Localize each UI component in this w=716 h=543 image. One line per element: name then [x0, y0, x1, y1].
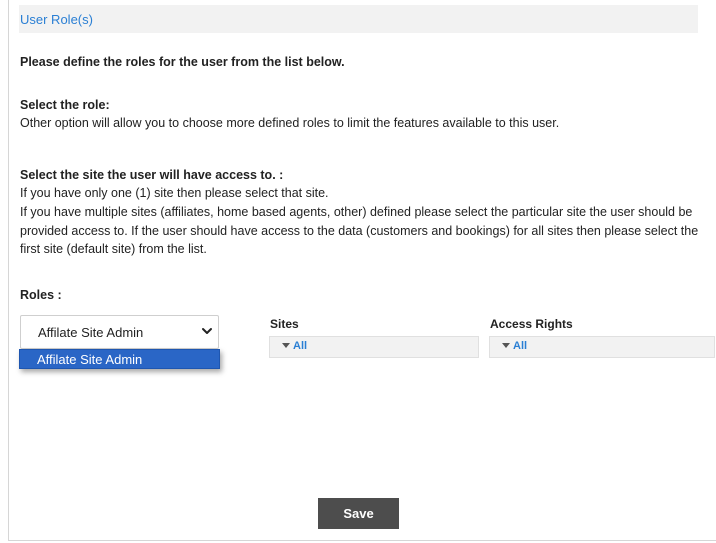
roles-select-value: Affilate Site Admin: [38, 325, 144, 340]
save-button[interactable]: Save: [318, 498, 399, 529]
site-description-single: If you have only one (1) site then pleas…: [20, 186, 329, 200]
chevron-down-icon: [202, 328, 212, 334]
site-description-multiple: If you have multiple sites (affiliates, …: [20, 205, 699, 256]
roles-option-label: Affilate Site Admin: [37, 352, 143, 367]
roles-label: Roles :: [20, 288, 62, 302]
sites-label: Sites: [270, 317, 299, 331]
roles-dropdown-option[interactable]: Affilate Site Admin: [19, 349, 220, 369]
section-header: User Role(s): [19, 5, 698, 33]
caret-down-icon: [502, 343, 510, 348]
caret-down-icon: [282, 343, 290, 348]
site-heading: Select the site the user will have acces…: [20, 168, 284, 182]
sites-select[interactable]: All: [269, 336, 479, 358]
user-roles-panel: User Role(s) Please define the roles for…: [8, 0, 716, 541]
sites-select-value: All: [293, 340, 308, 352]
access-rights-select-value: All: [513, 340, 528, 352]
intro-text: Please define the roles for the user fro…: [20, 55, 345, 69]
role-heading: Select the role:: [20, 98, 110, 112]
access-rights-select[interactable]: All: [489, 336, 715, 358]
access-rights-label: Access Rights: [490, 317, 573, 331]
section-title: User Role(s): [20, 12, 93, 27]
roles-select[interactable]: Affilate Site Admin: [20, 315, 219, 349]
role-description: Other option will allow you to choose mo…: [20, 116, 560, 130]
